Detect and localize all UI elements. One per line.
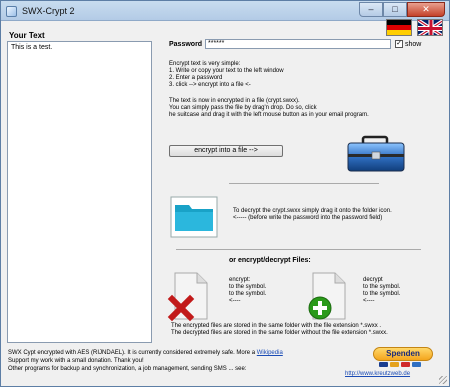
instr-step3: 3. click --> encrypt into a file <-: [169, 82, 251, 88]
decrypt-line2: <----- (before write the password into t…: [233, 215, 383, 221]
show-password-toggle[interactable]: ✓ show: [395, 40, 421, 48]
instr-step1: 1. Write or copy your text to the left w…: [169, 68, 284, 74]
maximize-button[interactable]: □: [383, 2, 407, 17]
text-input-area[interactable]: This is a test.: [7, 41, 152, 343]
instr-after3: he suitcase and drag it with the left mo…: [169, 112, 369, 118]
ext-line1: The encrypted files are stored in the sa…: [171, 323, 382, 329]
password-field[interactable]: ******: [205, 39, 391, 49]
title-bar[interactable]: SWX-Crypt 2 – □ ✕: [1, 1, 449, 21]
your-text-label: Your Text: [9, 31, 45, 40]
window-title: SWX-Crypt 2: [22, 6, 75, 16]
close-button[interactable]: ✕: [407, 2, 445, 17]
card-icon: [379, 362, 388, 367]
show-checkbox[interactable]: ✓: [395, 40, 403, 48]
decrypt-column: decrypt to the symbol. to the symbol. <-…: [363, 277, 400, 305]
separator: [176, 249, 421, 250]
decrypt-col-line: to the symbol.: [363, 291, 401, 297]
instr-intro: Encrypt text is very simple:: [169, 61, 241, 67]
wikipedia-link[interactable]: Wikipedia: [257, 350, 283, 356]
app-icon: [6, 6, 17, 17]
folder-icon[interactable]: [170, 196, 218, 238]
footer-info: SWX Cypt encrypted with AES (RIJNDAEL). …: [8, 349, 368, 373]
decrypt-line1: To decrypt the crypt.swxx simply drag it…: [233, 208, 392, 214]
flag-uk-icon[interactable]: [417, 19, 443, 36]
separator: [229, 183, 379, 184]
minimize-button[interactable]: –: [359, 2, 383, 17]
payment-icons: [379, 362, 421, 367]
website-link[interactable]: http://www.kreutzweb.de: [345, 371, 410, 377]
card-icon: [412, 362, 421, 367]
extension-info: The encrypted files are stored in the sa…: [171, 323, 441, 337]
footer-aes-text: SWX Cypt encrypted with AES (RIJNDAEL). …: [8, 350, 256, 356]
card-icon: [390, 362, 399, 367]
instr-after1: The text is now in encrypted in a file (…: [169, 98, 300, 104]
file-decrypt-icon[interactable]: [303, 271, 349, 323]
app-window: SWX-Crypt 2 – □ ✕ Your Text This is a te…: [0, 0, 450, 387]
footer-line3: Other programs for backup and synchroniz…: [8, 366, 247, 372]
encrypt-into-file-button[interactable]: encrypt into a file -->: [169, 145, 283, 157]
decrypt-col-line: <----: [363, 298, 375, 304]
card-icon: [401, 362, 410, 367]
encrypt-line: <----: [229, 298, 241, 304]
show-label: show: [405, 40, 422, 48]
resize-grip-icon[interactable]: [439, 376, 447, 384]
decrypt-col-line: to the symbol.: [363, 284, 401, 290]
decrypt-instructions: To decrypt the crypt.swxx simply drag it…: [233, 208, 433, 222]
footer-line2: Support my work with a small donation. T…: [8, 358, 144, 364]
flag-de-icon[interactable]: [386, 19, 412, 36]
donate-button[interactable]: Spenden: [373, 347, 433, 361]
encrypt-line: to the symbol.: [229, 284, 267, 290]
instr-step2: 2. Enter a password: [169, 75, 223, 81]
window-controls: – □ ✕: [359, 2, 445, 17]
file-encrypt-icon[interactable]: [165, 271, 211, 323]
encrypt-line: encrypt:: [229, 277, 251, 283]
footer-line1: SWX Cypt encrypted with AES (RIJNDAEL). …: [8, 349, 368, 357]
instr-after2: You can simply pass the file by drag'n d…: [169, 105, 317, 111]
password-label: Password: [169, 41, 203, 48]
decrypt-col-line: decrypt: [363, 277, 383, 283]
encrypt-column: encrypt: to the symbol. to the symbol. <…: [229, 277, 266, 305]
encrypt-line: to the symbol.: [229, 291, 267, 297]
ext-line2: The decrypted files are stored in the sa…: [171, 330, 388, 336]
files-heading: or encrypt/decrypt Files:: [229, 257, 311, 264]
suitcase-icon[interactable]: [345, 135, 407, 173]
